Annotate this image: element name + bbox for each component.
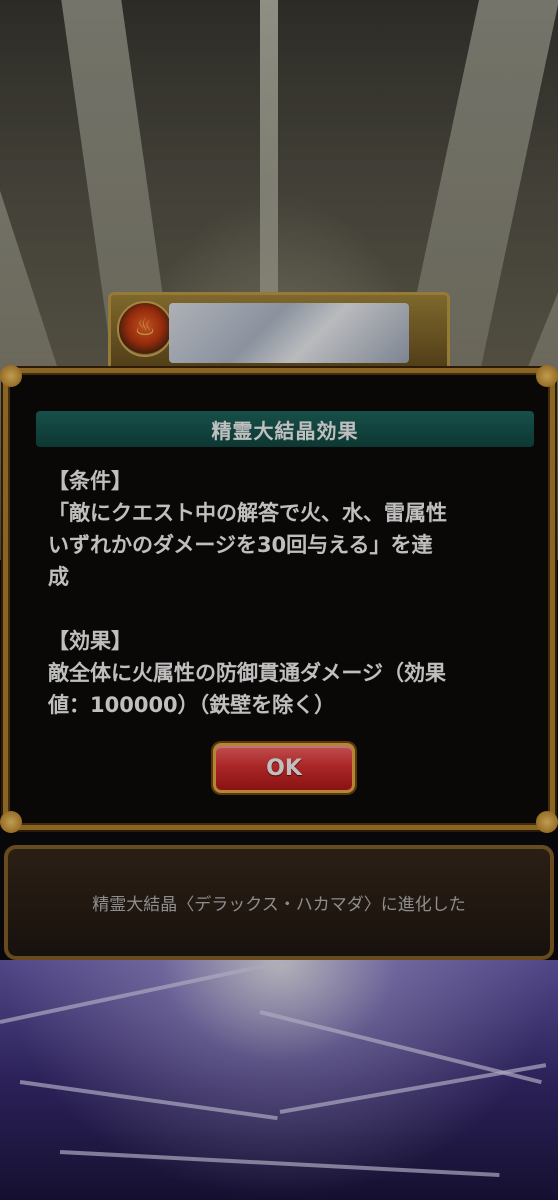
evolution-message: 精霊大結晶〈デラックス・ハカマダ〉に進化した (92, 895, 466, 915)
corner-ornament (0, 365, 22, 387)
effect-heading: 【効果】 (48, 629, 132, 653)
condition-heading: 【条件】 (48, 469, 132, 493)
spirit-card-frame: ♨ (108, 292, 450, 372)
fire-attribute-emblem-icon: ♨ (117, 301, 173, 357)
background-light-burst (0, 957, 558, 1200)
condition-line: 成 (48, 565, 69, 589)
light-streak (279, 1063, 547, 1114)
effect-line: 敵全体に火属性の防御貫通ダメージ（効果 (48, 661, 446, 685)
crystal-image (169, 303, 409, 363)
corner-ornament (536, 811, 558, 833)
corner-ornament (536, 365, 558, 387)
crystal-effect-dialog: 精霊大結晶効果 【条件】 「敵にクエスト中の解答で火、水、雷属性 いずれかのダメ… (0, 365, 558, 833)
dialog-body: 【条件】 「敵にクエスト中の解答で火、水、雷属性 いずれかのダメージを30回与え… (48, 465, 528, 721)
dialog-title: 精霊大結晶効果 (36, 411, 534, 447)
corner-ornament (0, 811, 22, 833)
condition-line: 「敵にクエスト中の解答で火、水、雷属性 (48, 501, 447, 525)
evolution-message-bar: 精霊大結晶〈デラックス・ハカマダ〉に進化した (4, 845, 554, 960)
effect-line: 値：100000）（鉄壁を除く） (48, 693, 336, 717)
condition-line: いずれかのダメージを30回与える」を達 (48, 533, 433, 557)
light-streak (19, 1080, 278, 1121)
ok-button[interactable]: OK (213, 743, 355, 793)
light-streak (59, 1150, 500, 1178)
light-streak (0, 957, 294, 1024)
